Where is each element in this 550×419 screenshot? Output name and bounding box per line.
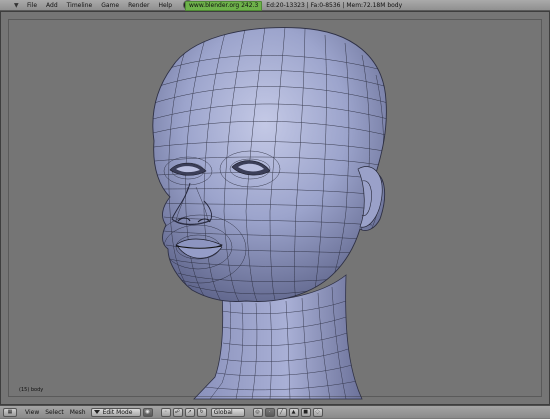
edge-select-icon[interactable]: ╱ [276,407,287,417]
proportional-edit-icon[interactable]: ◌ [312,407,323,417]
pivot-point-icon[interactable]: ◦ [160,407,171,417]
face-select-icon[interactable]: ▲ [288,407,299,417]
translate-manipulator-icon[interactable]: ↗ [184,407,195,417]
layer-icon[interactable]: ◎ [252,407,263,417]
menu-timeline[interactable]: Timeline [67,0,93,11]
top-menu-bar: ▼ File Add Timeline Game Render Help www… [0,0,550,11]
menu-help[interactable]: Help [158,0,172,11]
transform-orientation-label: Global [213,408,233,416]
menu-mesh[interactable]: Mesh [70,406,86,419]
rotate-manipulator-icon[interactable]: ↻ [196,407,207,417]
mode-select[interactable]: Edit Mode [90,407,141,417]
editor-type-button[interactable]: ▦ [3,407,17,417]
3d-viewport[interactable]: (15) body [0,11,550,405]
menu-view[interactable]: View [25,406,39,419]
menu-add[interactable]: Add [46,0,58,11]
menu-game[interactable]: Game [101,0,119,11]
mode-select-label: Edit Mode [102,408,133,416]
draw-type-icon[interactable]: ◉ [142,407,153,417]
edit-mode-icon [93,410,100,414]
active-object-label: (15) body [19,387,44,393]
transform-orientation-select[interactable]: Global [210,407,245,417]
menu-select[interactable]: Select [45,406,64,419]
scene-stats: Ed:20-13323 | Fa:0-8536 | Mem:72.18M bod… [266,2,403,9]
limit-selection-icon[interactable]: ■ [300,407,311,417]
version-badge[interactable]: www.blender.org 242.3 [185,0,263,11]
collapse-arrow-icon[interactable]: ▼ [14,0,21,11]
vertex-select-icon[interactable]: · [264,407,275,417]
menu-file[interactable]: File [27,0,37,11]
view3d-header: ▦ View Select Mesh Edit Mode ◉ ◦ ☍ ↗ ↻ G… [0,405,550,418]
head-mesh-render [152,27,387,400]
menu-render[interactable]: Render [128,0,149,11]
manipulator-toggle-icon[interactable]: ☍ [172,407,183,417]
main-menu: File Add Timeline Game Render Help [27,0,194,11]
info-area: www.blender.org 242.3 Ed:20-13323 | Fa:0… [185,0,403,11]
